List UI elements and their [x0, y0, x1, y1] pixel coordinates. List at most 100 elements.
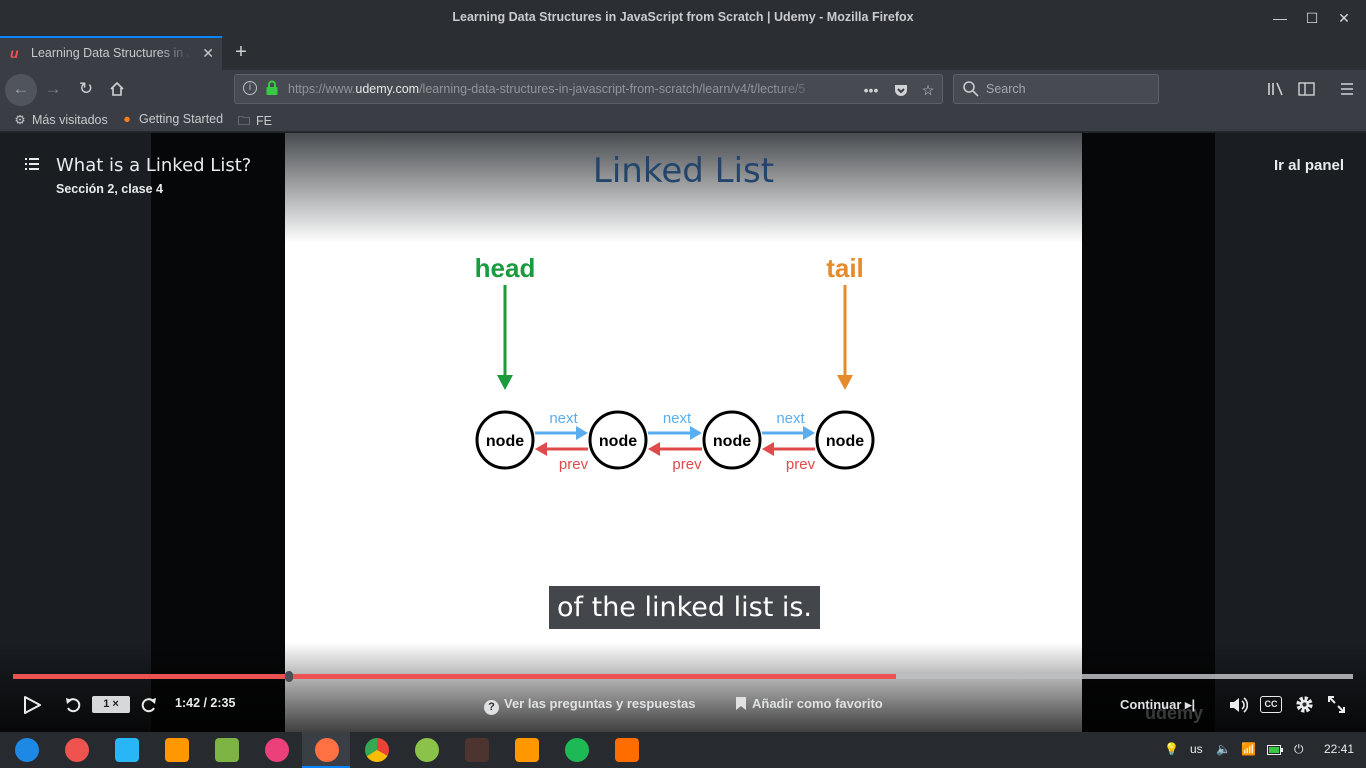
go-to-dashboard-link[interactable]: Ir al panel	[1274, 157, 1344, 174]
head-arrowhead	[497, 375, 513, 390]
bookmarks-toolbar: ⚙ Más visitados ● Getting Started 🗀 FE	[0, 108, 1366, 132]
close-tab-icon[interactable]: ✕	[202, 45, 214, 62]
new-tab-button[interactable]: +	[230, 40, 252, 64]
sidebar-icon[interactable]	[1298, 81, 1316, 97]
next-arrowhead	[803, 426, 815, 440]
prev-arrowhead	[535, 442, 547, 456]
bookmark-folder-fe[interactable]: 🗀 FE	[236, 112, 272, 133]
maximize-button[interactable]: ☐	[1302, 8, 1322, 28]
system-settings-icon[interactable]	[265, 738, 289, 762]
spotify-icon[interactable]	[565, 738, 589, 762]
screen-recorder-icon[interactable]	[65, 738, 89, 762]
pocket-icon[interactable]	[890, 79, 912, 101]
close-window-button[interactable]: ✕	[1334, 8, 1354, 28]
settings-gear-icon[interactable]	[1294, 694, 1315, 715]
prev-label: prev	[559, 456, 589, 473]
next-label: next	[549, 410, 578, 427]
play-button[interactable]	[23, 696, 41, 714]
rewind-button[interactable]	[64, 696, 82, 714]
next-arrowhead	[576, 426, 588, 440]
node-label: node	[713, 433, 751, 450]
prev-label: prev	[672, 456, 702, 473]
forward-button-player[interactable]	[140, 696, 158, 714]
playback-speed-button[interactable]: 1 ×	[92, 696, 130, 713]
navigation-toolbar: ← → ↻ i https://www.udemy.com/learning-d…	[0, 70, 1366, 108]
folder-icon: 🗀	[237, 114, 251, 128]
browser-tab[interactable]: u Learning Data Structures in JavaScript…	[0, 36, 222, 70]
next-icon: ▸|	[1185, 697, 1196, 712]
bookmark-star-icon[interactable]: ☆	[917, 79, 939, 101]
window-title: Learning Data Structures in JavaScript f…	[452, 10, 914, 24]
home-button[interactable]	[102, 75, 132, 103]
node-label: node	[486, 433, 524, 450]
wifi-icon[interactable]: 📶	[1241, 742, 1256, 756]
firefox-taskbar-icon[interactable]	[315, 738, 339, 762]
continue-button[interactable]: Continuar ▸|	[1120, 697, 1195, 713]
head-label: head	[475, 253, 536, 283]
tail-arrowhead	[837, 375, 853, 390]
search-icon	[963, 81, 979, 97]
gear-icon: ⚙	[14, 113, 26, 127]
window-titlebar: Learning Data Structures in JavaScript f…	[0, 0, 1366, 36]
firefox-icon: ●	[123, 112, 131, 126]
clock: 22:41	[1324, 742, 1355, 756]
course-player: Linked List head tail node next prev node ne…	[0, 133, 1366, 732]
bookmark-getting-started[interactable]: ● Getting Started	[119, 112, 223, 126]
sublime-text-icon[interactable]	[515, 738, 539, 762]
chrome-icon[interactable]	[365, 738, 389, 762]
curriculum-list-icon[interactable]	[25, 158, 39, 170]
search-bar[interactable]: Search	[953, 74, 1159, 104]
lock-icon	[266, 80, 278, 95]
qa-button[interactable]: ? Ver las preguntas y respuestas	[484, 696, 695, 715]
node-label: node	[599, 433, 637, 450]
battery-icon[interactable]	[1267, 745, 1283, 755]
minimize-button[interactable]: —	[1270, 8, 1290, 28]
video-progress-bar[interactable]	[13, 671, 1353, 682]
tail-label: tail	[826, 253, 864, 283]
power-icon[interactable]: ⏻	[1294, 742, 1304, 757]
volume-icon[interactable]	[1228, 695, 1248, 715]
tab-label: Learning Data Structures in JavaScript f…	[31, 46, 191, 60]
next-label: next	[776, 410, 805, 427]
prev-arrowhead	[648, 442, 660, 456]
url-text[interactable]: https://www.udemy.com/learning-data-stru…	[288, 82, 828, 96]
library-icon[interactable]	[1266, 81, 1286, 97]
android-studio-icon[interactable]	[415, 738, 439, 762]
url-bar[interactable]: i https://www.udemy.com/learning-data-st…	[234, 74, 943, 104]
next-arrowhead	[690, 426, 702, 440]
bookmark-most-visited[interactable]: ⚙ Más visitados	[12, 112, 107, 127]
lightbulb-icon[interactable]: 💡	[1164, 742, 1179, 756]
archive-manager-icon[interactable]	[165, 738, 189, 762]
bookmark-icon	[736, 697, 746, 710]
app-launcher-icon[interactable]	[15, 738, 39, 762]
progress-fill	[13, 674, 897, 679]
music-player-icon[interactable]	[215, 738, 239, 762]
keyboard-layout[interactable]: us	[1190, 742, 1203, 756]
site-info-icon[interactable]: i	[243, 81, 257, 95]
tab-strip: u Learning Data Structures in JavaScript…	[0, 36, 1366, 70]
gitkraken-icon[interactable]	[615, 738, 639, 762]
lesson-section: Sección 2, clase 4	[56, 182, 164, 196]
page-actions-icon[interactable]: •••	[860, 79, 882, 101]
app-store-icon[interactable]	[115, 738, 139, 762]
node-label: node	[826, 433, 864, 450]
os-taskbar: 💡 us 🔈 📶 ⏻ 22:41	[0, 732, 1366, 768]
volume-tray-icon[interactable]: 🔈	[1216, 742, 1231, 756]
closed-captions-button[interactable]: CC	[1260, 696, 1282, 713]
bookmark-button[interactable]: Añadir como favorito	[736, 696, 883, 711]
back-button[interactable]: ←	[5, 74, 37, 106]
reload-button[interactable]: ↻	[71, 75, 101, 103]
chapter-marker	[285, 671, 293, 682]
prev-label: prev	[786, 456, 816, 473]
question-icon: ?	[484, 700, 499, 715]
fullscreen-icon[interactable]	[1327, 695, 1346, 714]
subtitle-caption: of the linked list is.	[549, 586, 821, 629]
forward-button[interactable]: →	[38, 75, 68, 103]
lesson-title: What is a Linked List?	[56, 155, 252, 176]
udemy-favicon-icon: u	[10, 45, 19, 61]
next-label: next	[663, 410, 692, 427]
prev-arrowhead	[762, 442, 774, 456]
code-editor-icon[interactable]	[465, 738, 489, 762]
hamburger-menu-icon[interactable]	[1339, 81, 1355, 97]
time-display: 1:42 / 2:35	[175, 696, 236, 710]
